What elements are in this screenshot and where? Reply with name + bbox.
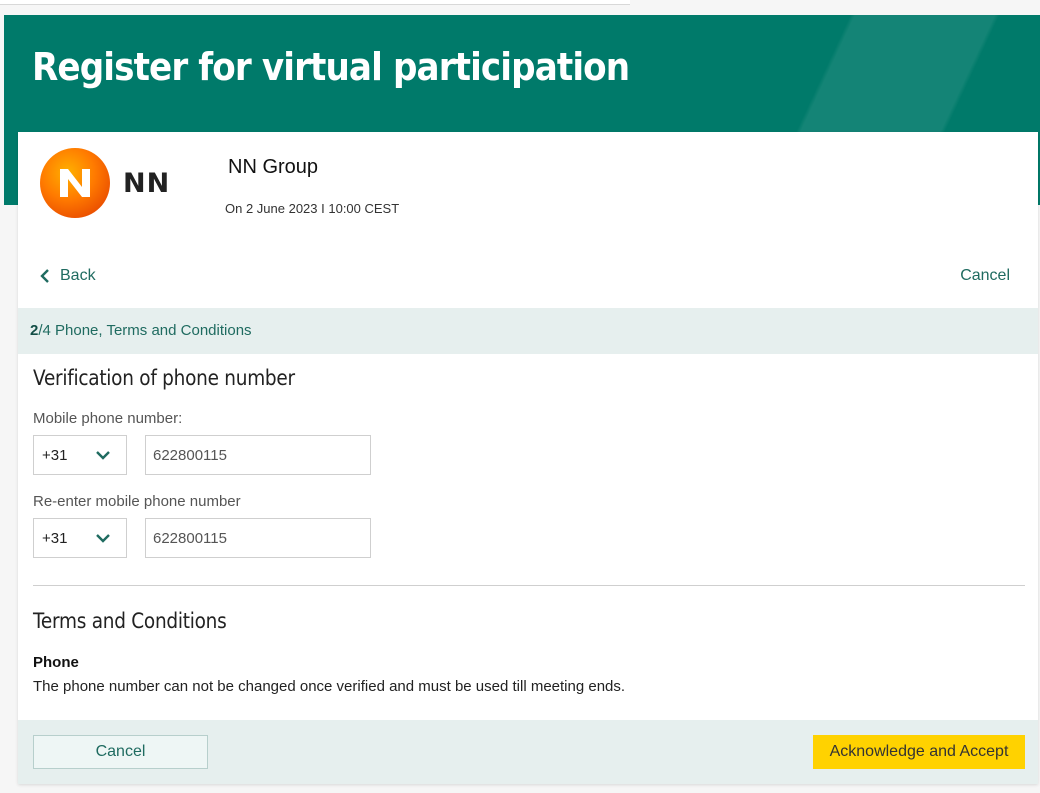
mobile-phone-label: Mobile phone number: <box>33 410 183 427</box>
acknowledge-accept-button[interactable]: Acknowledge and Accept <box>813 735 1025 769</box>
country-code-value: +31 <box>42 529 68 547</box>
back-label: Back <box>60 267 96 284</box>
company-name: NN Group <box>228 156 319 178</box>
cancel-link[interactable]: Cancel <box>960 267 1010 285</box>
chevron-down-icon <box>96 451 110 460</box>
action-footer: Cancel Acknowledge and Accept <box>18 720 1038 784</box>
reenter-country-code-select[interactable]: +31 <box>33 518 127 558</box>
cancel-button[interactable]: Cancel <box>33 735 208 769</box>
terms-text: The phone number can not be changed once… <box>33 678 626 695</box>
brand-wordmark: NN <box>123 168 171 199</box>
section-divider <box>33 585 1025 586</box>
nn-logo-icon <box>40 148 110 218</box>
mobile-country-code-select[interactable]: +31 <box>33 435 127 475</box>
back-link[interactable]: Back <box>40 267 96 285</box>
top-divider <box>0 0 630 5</box>
mobile-phone-input[interactable] <box>145 435 371 475</box>
chevron-left-icon <box>40 269 49 283</box>
registration-card: NN NN Group On 2 June 2023 I 10:00 CEST … <box>18 132 1038 784</box>
event-date: On 2 June 2023 I 10:00 CEST <box>225 201 400 216</box>
reenter-phone-input[interactable] <box>145 518 371 558</box>
terms-title: Terms and Conditions <box>33 609 227 633</box>
reenter-phone-label: Re-enter mobile phone number <box>33 493 241 510</box>
country-code-value: +31 <box>42 446 68 464</box>
chevron-down-icon <box>96 534 110 543</box>
verification-title: Verification of phone number <box>33 366 295 390</box>
page-title: Register for virtual participation <box>32 45 630 89</box>
step-description: /4 Phone, Terms and Conditions <box>38 322 252 339</box>
progress-step-bar: 2/4 Phone, Terms and Conditions <box>18 308 1038 354</box>
terms-subheading: Phone <box>33 654 79 671</box>
